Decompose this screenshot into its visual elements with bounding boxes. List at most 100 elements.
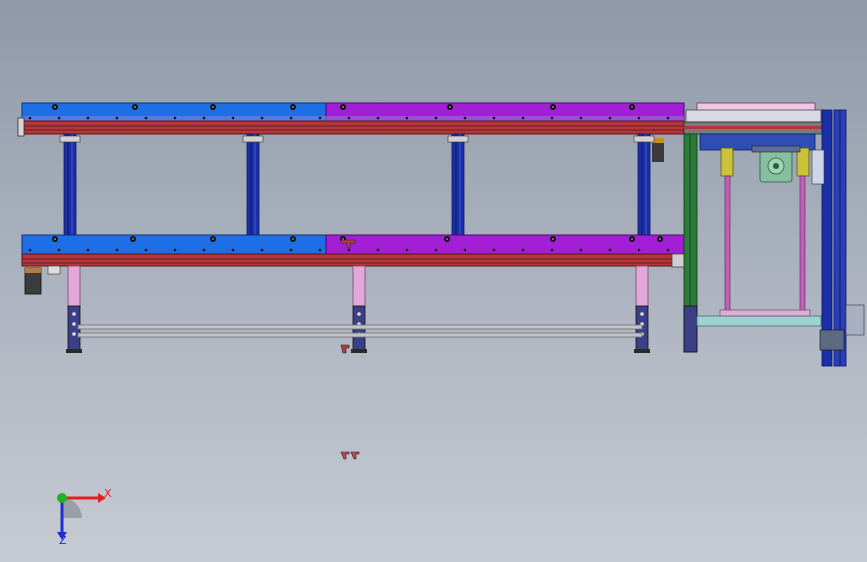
post-bracket [242,135,264,143]
upper-small-bolt [144,116,148,120]
upper-small-bolt [347,116,351,120]
lower-small-bolt [144,248,148,252]
lower-small-bolt [608,248,612,252]
upper-bolt-center [342,106,344,108]
leg-bolt [72,332,76,336]
upper-small-bolt [173,116,177,120]
upper-end-cap-left [17,117,25,137]
lower-bracket [47,265,61,275]
cad-viewport[interactable]: X Z [0,0,867,562]
lift-top-rail-red [684,126,822,129]
lift-module[interactable] [683,102,865,367]
upper-small-bolt [115,116,119,120]
upper-small-bolt [579,116,583,120]
lower-small-bolt [115,248,119,252]
lower-rail [21,253,691,267]
lift-right-side-box [811,149,825,185]
base-bar-lower [77,332,643,338]
lift-shaft-left [724,175,731,315]
lower-small-bolt [28,248,32,252]
upper-small-bolt [260,116,264,120]
upper-bolt-center [552,106,554,108]
upper-small-bolt [202,116,206,120]
leg-upper [352,265,366,309]
lower-bolt-center [212,238,214,240]
lift-frame-left-foot [683,305,698,353]
upper-rail [21,120,685,135]
upper-conveyor[interactable] [17,102,685,162]
lower-small-bolt [57,248,61,252]
upper-small-bolt [492,116,496,120]
upper-small-bolt [405,116,409,120]
upper-small-bolt [57,116,61,120]
lower-plate-blue [21,234,327,255]
support-legs[interactable] [66,265,650,353]
upper-bolt-center [54,106,56,108]
lower-small-bolt [86,248,90,252]
post-bracket [59,135,81,143]
vertical-post [63,133,77,236]
orientation-triad[interactable]: X Z [40,478,120,548]
leg-foot [634,349,650,353]
bracket-2 [340,344,350,354]
conveyor-assembly-model[interactable] [0,0,867,562]
post-bracket [447,135,469,143]
lower-small-bolt [260,248,264,252]
lower-small-bolt [521,248,525,252]
lift-motor-shaft [773,163,779,169]
leg-bolt [357,312,361,316]
lower-bolt-center [446,238,448,240]
vertical-posts[interactable] [59,133,655,236]
bracket-4 [350,451,360,460]
triad-z-label: Z [59,534,67,547]
lift-cylinder-left [720,147,734,177]
upper-small-bolt [521,116,525,120]
leg-bolt [72,322,76,326]
lift-bottom-bar [696,315,822,327]
bracket-3 [340,451,350,460]
upper-small-bolt [28,116,32,120]
lower-bolt-center [132,238,134,240]
lower-bolt-center [659,238,661,240]
triad-y-axis-dot [57,493,67,503]
lower-drive-motor-top [25,268,41,273]
upper-small-bolt [637,116,641,120]
lower-small-bolt [347,248,351,252]
triad-x-label: X [104,487,112,500]
upper-small-bolt [318,116,322,120]
base-bar-upper [77,324,643,330]
lower-small-bolt [173,248,177,252]
vertical-post [246,133,260,236]
leg-upper [635,265,649,309]
upper-bolt-center [292,106,294,108]
lower-small-bolt [231,248,235,252]
upper-small-bolt [608,116,612,120]
lift-right-bracket [845,304,865,336]
lower-small-bolt [637,248,641,252]
leg-upper [67,265,81,309]
leg-bolt [640,312,644,316]
upper-bolt-center [134,106,136,108]
upper-small-bolt [376,116,380,120]
upper-small-bolt [231,116,235,120]
upper-small-bolt [86,116,90,120]
upper-small-bolt [463,116,467,120]
upper-plate-strip [22,116,684,121]
upper-small-bolt [434,116,438,120]
upper-small-bolt [666,116,670,120]
upper-bolt-center [212,106,214,108]
lift-right-foot [819,329,845,351]
upper-bolt-center [631,106,633,108]
lower-small-bolt [202,248,206,252]
lower-small-bolt [550,248,554,252]
vertical-post [451,133,465,236]
lift-bottom-plate [719,309,811,317]
lift-top-plate [685,109,822,123]
upper-bolt-center [449,106,451,108]
lower-small-bolt [666,248,670,252]
lower-bolt-center [54,238,56,240]
leg-foot [351,349,367,353]
lower-small-bolt [289,248,293,252]
lower-small-bolt [405,248,409,252]
lower-small-bolt [579,248,583,252]
